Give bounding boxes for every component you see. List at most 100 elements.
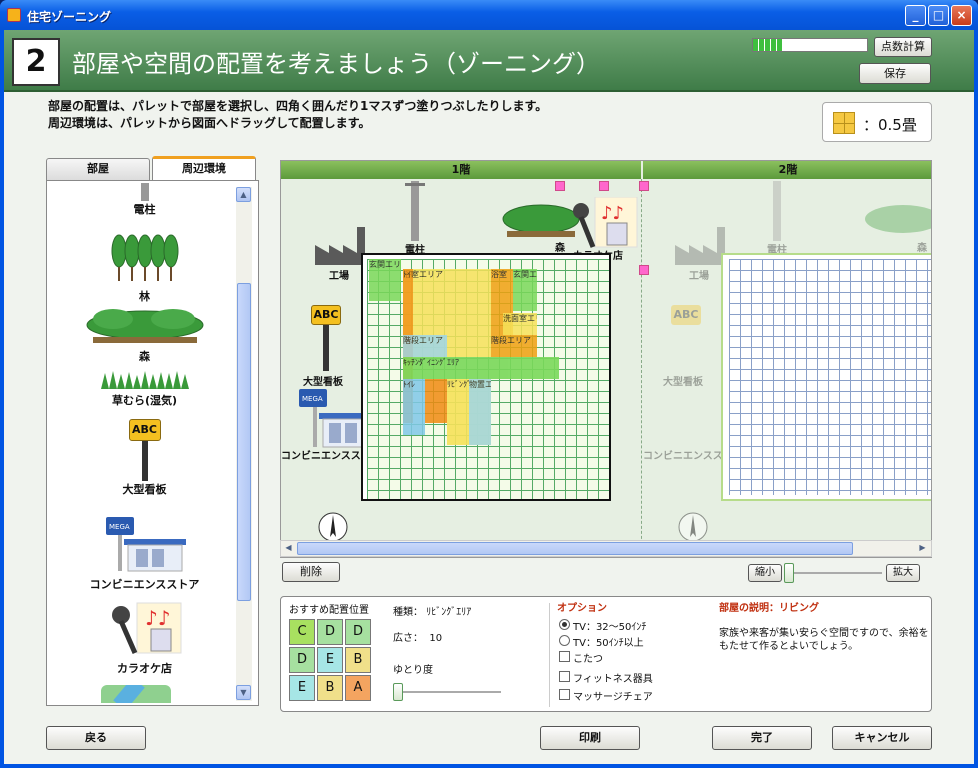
forest-icon-ghost bbox=[865, 205, 931, 233]
floor-plan-canvas[interactable]: 1階 2階 工場 電柱 森 ♪♪ カラオケ店 ABC 大型看板 MEGA コンビ… bbox=[280, 160, 932, 558]
svg-text:MEGA: MEGA bbox=[109, 523, 130, 531]
reco-cell: E bbox=[317, 647, 343, 673]
floor-2-grid[interactable] bbox=[729, 259, 931, 495]
zone-toilet[interactable]: ﾄｲﾚ bbox=[403, 379, 425, 435]
instruction-line-1: 部屋の配置は、パレットで部屋を選択し、四角く囲んだり1マスずつ塗りつぶしたりしま… bbox=[48, 99, 548, 113]
zoom-in-button[interactable]: 拡大 bbox=[886, 564, 920, 582]
canvas-scrollbar[interactable]: ◀ ▶ bbox=[280, 540, 932, 557]
zone-storage-small[interactable] bbox=[425, 379, 447, 423]
option-label: フィットネス器具 bbox=[573, 674, 653, 685]
palette-label: 大型看板 bbox=[122, 483, 167, 496]
minimize-button[interactable]: _ bbox=[905, 5, 926, 26]
option-fitness-checkbox[interactable] bbox=[559, 671, 570, 682]
zone-entrance[interactable]: 玄関エリア bbox=[369, 259, 401, 301]
yutori-slider-track[interactable] bbox=[397, 691, 501, 693]
zone-entrance-2[interactable]: 玄関エリア bbox=[513, 269, 537, 311]
option-massage-chair-checkbox[interactable] bbox=[559, 689, 570, 700]
forest-icon bbox=[86, 309, 203, 343]
store-sign: MEGA bbox=[302, 395, 323, 403]
maximize-button[interactable]: □ bbox=[928, 5, 949, 26]
reco-cell: D bbox=[345, 619, 371, 645]
environment-palette: 電柱 林 森 草むら(湿気) ABC 大型看板 MEGA コンビニエンスストア … bbox=[46, 180, 259, 706]
back-button[interactable]: 戻る bbox=[46, 726, 146, 750]
factory-label-ghost: 工場 bbox=[689, 271, 709, 282]
instruction-line-2: 周辺環境は、パレットから図面へドラッグして配置します。 bbox=[48, 116, 371, 130]
palette-label: 森 bbox=[139, 350, 150, 363]
pole-icon bbox=[140, 183, 149, 201]
selection-handle[interactable] bbox=[639, 265, 649, 275]
floor-divider bbox=[641, 179, 642, 557]
palette-item-woods[interactable]: 林 bbox=[57, 233, 232, 304]
title-bar[interactable]: 住宅ゾーニング _ □ × bbox=[0, 0, 978, 30]
scroll-down-icon[interactable]: ▼ bbox=[236, 685, 251, 700]
selection-handle[interactable] bbox=[599, 181, 609, 191]
forest-label: 森 bbox=[555, 243, 565, 254]
zoom-slider-track[interactable] bbox=[792, 572, 882, 574]
compass-icon bbox=[318, 512, 348, 542]
tab-environment[interactable]: 周辺環境 bbox=[152, 156, 256, 180]
scroll-thumb[interactable] bbox=[297, 542, 853, 555]
zone-washroom[interactable]: 洗面室エリア bbox=[503, 313, 537, 335]
pole-crossbar bbox=[405, 183, 425, 186]
cancel-button[interactable]: キャンセル bbox=[832, 726, 932, 750]
step-number: 2 bbox=[12, 38, 60, 86]
billboard-icon-ghost: ABC bbox=[671, 305, 701, 325]
reco-cell: D bbox=[289, 647, 315, 673]
save-button[interactable]: 保存 bbox=[859, 63, 931, 84]
scroll-thumb[interactable] bbox=[237, 283, 251, 601]
reco-cell: D bbox=[317, 619, 343, 645]
tatami-value: ：0.5畳 bbox=[863, 116, 917, 134]
zoom-slider-thumb[interactable] bbox=[784, 563, 794, 583]
palette-item-karaoke[interactable]: ♪♪ カラオケ店 bbox=[57, 601, 232, 676]
palette-item-pole[interactable]: 電柱 bbox=[57, 183, 232, 217]
done-button[interactable]: 完了 bbox=[712, 726, 812, 750]
selection-handle[interactable] bbox=[639, 181, 649, 191]
score-progress-bar bbox=[752, 38, 868, 52]
step-header: 2 部屋や空間の配置を考えましょう（ゾーニング） 点数計算 保存 bbox=[4, 30, 974, 92]
palette-item-grass[interactable]: 草むら(湿気) bbox=[57, 369, 232, 408]
option-tv-32-50-radio[interactable] bbox=[559, 619, 570, 630]
palette-label: カラオケ店 bbox=[117, 662, 172, 675]
option-label: TV：50ｲﾝﾁ以上 bbox=[573, 638, 644, 649]
desc-title: 部屋の説明：リビング bbox=[719, 603, 819, 614]
instructions: 部屋の配置は、パレットで部屋を選択し、四角く囲んだり1マスずつ塗りつぶしたりしま… bbox=[48, 98, 547, 132]
app-window: 住宅ゾーニング _ □ × 2 部屋や空間の配置を考えましょう（ゾーニング） 点… bbox=[0, 0, 978, 768]
woods-icon bbox=[111, 234, 178, 281]
yutori-slider-thumb[interactable] bbox=[393, 683, 403, 701]
palette-item-billboard[interactable]: ABC 大型看板 bbox=[57, 419, 232, 497]
option-tv-50-plus-radio[interactable] bbox=[559, 635, 570, 646]
zone-storage[interactable]: 物置エリア bbox=[469, 379, 491, 445]
reco-title: おすすめ配置位置 bbox=[289, 605, 369, 616]
scroll-up-icon[interactable]: ▲ bbox=[236, 187, 251, 202]
type-label: 種類： ﾘﾋﾞﾝｸﾞｴﾘｱ bbox=[393, 607, 472, 618]
scroll-left-icon[interactable]: ◀ bbox=[281, 541, 296, 556]
reco-cell: A bbox=[345, 675, 371, 701]
palette-scrollbar[interactable]: ▲ ▼ bbox=[236, 187, 252, 701]
area-value: 10 bbox=[429, 633, 443, 644]
forest-label-ghost: 森 bbox=[917, 243, 927, 254]
zoom-out-button[interactable]: 縮小 bbox=[748, 564, 782, 582]
score-button[interactable]: 点数計算 bbox=[874, 37, 932, 57]
reco-cell: B bbox=[317, 675, 343, 701]
close-button[interactable]: × bbox=[951, 5, 972, 26]
type-value: ﾘﾋﾞﾝｸﾞｴﾘｱ bbox=[426, 607, 472, 618]
print-button[interactable]: 印刷 bbox=[540, 726, 640, 750]
palette-item-convenience-store[interactable]: MEGA コンビニエンスストア bbox=[57, 515, 232, 592]
billboard-post bbox=[323, 325, 329, 371]
zone-stairs-2[interactable]: 階段エリア bbox=[491, 335, 537, 357]
pole-icon[interactable] bbox=[411, 181, 419, 241]
zone-stairs-1[interactable]: 階段エリア bbox=[403, 335, 447, 357]
scroll-right-icon[interactable]: ▶ bbox=[915, 541, 930, 556]
svg-text:♪♪: ♪♪ bbox=[145, 606, 171, 630]
palette-item-forest[interactable]: 森 bbox=[57, 307, 232, 364]
palette-label: 林 bbox=[139, 290, 150, 303]
floor-2-header: 2階 bbox=[643, 161, 931, 179]
palette-label: 草むら(湿気) bbox=[111, 394, 178, 407]
zone-kitchen-dining[interactable]: ｷｯﾁﾝﾀﾞｲﾆﾝｸﾞｴﾘｱ bbox=[403, 357, 559, 379]
window-title: 住宅ゾーニング bbox=[27, 10, 112, 24]
billboard-icon[interactable]: ABC bbox=[311, 305, 341, 325]
selection-handle[interactable] bbox=[555, 181, 565, 191]
tab-rooms[interactable]: 部屋 bbox=[46, 158, 150, 180]
option-kotatsu-checkbox[interactable] bbox=[559, 651, 570, 662]
delete-button[interactable]: 削除 bbox=[282, 562, 340, 582]
